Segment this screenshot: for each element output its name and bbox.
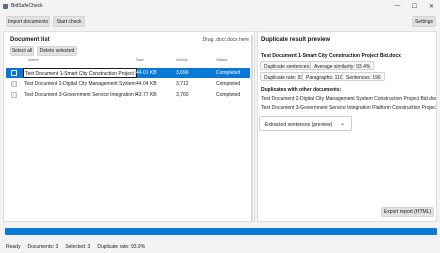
select-all-button[interactable]: Select all [10,46,34,56]
list-scrollbar[interactable] [251,35,253,221]
extracted-sentences-dropdown[interactable]: Extracted sentences (preview) ⌄ [259,116,352,131]
window-controls: — ☐ ✕ [389,0,440,12]
dropdown-label: Extracted sentences (preview) [265,122,333,128]
column-header-size[interactable]: Size [136,57,144,62]
title-bar: BidSafeCheck — ☐ ✕ [0,0,440,12]
row-name: Test Document 1-Smart City Construction … [23,68,137,78]
row-checkbox[interactable] [11,92,17,98]
row-checkbox[interactable] [11,81,17,87]
minimize-icon[interactable]: — [389,0,406,12]
status-duplicate-rate: Duplicate rate: 93.9% [97,243,146,250]
other-document-1: Test Document 2-Digital City Management … [261,96,436,102]
row-size: 44.01 KB [136,70,157,76]
chip-paragraphs: Paragraphs: 110 [302,72,347,81]
delete-selected-button[interactable]: Delete selected [37,46,77,56]
row-size: 44.04 KB [136,81,157,87]
table-row[interactable]: Test Document 2-Digital City Management … [6,79,250,89]
status-selected: Selected: 3 [65,243,91,250]
other-document-2: Test Document 3-Government Service Integ… [261,105,436,111]
row-checkbox[interactable] [11,70,17,76]
status-documents: Documents: 3 [27,243,59,250]
row-name: Test Document 3-Government Service Integ… [24,92,137,98]
import-documents-button[interactable]: Import documents [6,16,50,27]
preview-document-name: Test Document 1-Smart City Construction … [261,53,401,59]
status-bar: Ready Documents: 3 Selected: 3 Duplicate… [0,240,440,253]
row-words: 3,760 [176,92,189,98]
app-icon [3,3,8,9]
column-header-status[interactable]: Status [216,57,227,62]
table-row[interactable]: Test Document 1-Smart City Construction … [6,68,250,78]
others-heading: Duplicates with other documents: [261,87,342,93]
drop-hint: Drag .doc/.docx here [202,37,249,43]
settings-button[interactable]: Settings [412,16,436,27]
chip-average-similarity: Average similarity: 93.4% [310,61,375,70]
table-row[interactable]: Test Document 3-Government Service Integ… [6,90,250,100]
preview-title: Duplicate result preview [261,37,331,43]
maximize-icon[interactable]: ☐ [406,0,423,12]
row-words: 3,690 [176,70,189,76]
row-size: 43.77 KB [136,92,157,98]
row-status: Completed [216,81,241,87]
status-ready: Ready [6,243,21,250]
toolbar: Import documents Start check Settings [0,14,440,28]
start-check-button[interactable]: Start check [53,16,85,27]
export-report-button[interactable]: Export report (HTML) [381,207,434,217]
row-status: Completed [216,70,241,76]
column-header-words[interactable]: Words [176,57,187,62]
close-icon[interactable]: ✕ [423,0,440,12]
document-list-title: Document list [10,37,50,43]
window-title: BidSafeCheck [11,3,43,9]
progress-bar [5,228,437,235]
row-words: 3,712 [176,81,189,87]
row-status: Completed [216,92,241,98]
chip-sentences: Sentences: 196 [342,72,385,81]
column-header-name[interactable]: Name [28,57,39,62]
chevron-down-icon: ⌄ [339,121,345,127]
row-name: Test Document 2-Digital City Management … [24,81,137,87]
